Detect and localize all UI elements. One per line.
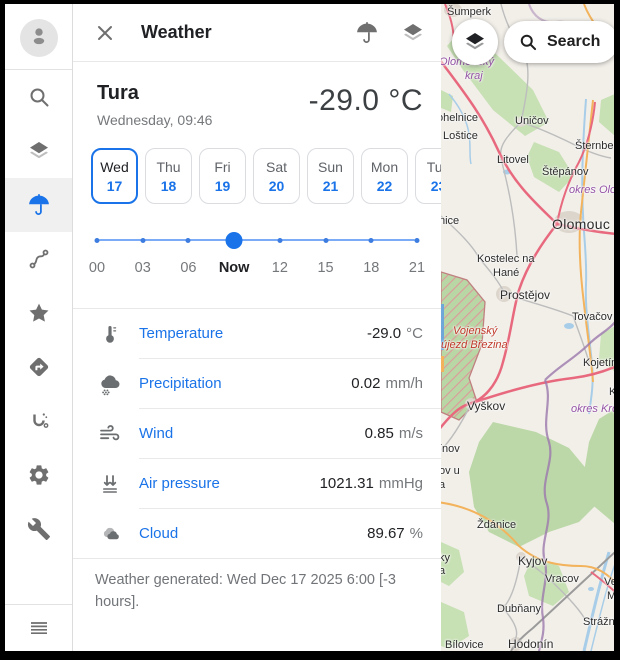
sidebar-item-wrench[interactable] (5, 502, 72, 556)
sidebar (5, 4, 73, 651)
header-actions (355, 21, 425, 45)
plugins-icon (27, 409, 51, 433)
generated-note: Weather generated: Wed Dec 17 2025 6:00 … (73, 558, 441, 626)
avatar[interactable] (20, 19, 58, 57)
map-layers-button[interactable] (452, 19, 498, 65)
slider-tick[interactable] (140, 238, 145, 243)
sidebar-nav (5, 70, 72, 556)
slider-tick[interactable] (277, 238, 282, 243)
detail-unit: m/s (399, 425, 423, 442)
map[interactable]: ŠumperkOlomouckýkrajohelniceLošticeUničo… (441, 4, 614, 651)
slider-tick-label: Now (219, 260, 250, 276)
detail-unit: % (410, 525, 423, 542)
day-tab-sun[interactable]: Sun21 (307, 148, 354, 204)
location-name: Tura (97, 82, 212, 105)
detail-unit: °C (406, 325, 423, 342)
slider-tick[interactable] (186, 238, 191, 243)
detail-row-temperature[interactable]: Temperature-29.0 °C (73, 309, 441, 358)
slider-tick[interactable] (323, 238, 328, 243)
search-label: Search (547, 33, 600, 51)
detail-value: 89.67 (367, 525, 405, 542)
sidebar-item-star[interactable] (5, 286, 72, 340)
detail-label: Temperature (139, 325, 367, 342)
location-block: Tura Wednesday, 09:46 -29.0 °C (73, 62, 441, 132)
time-slider[interactable]: 000306Now12151821 (97, 230, 417, 288)
day-tab-thu[interactable]: Thu18 (145, 148, 192, 204)
sidebar-item-gear[interactable] (5, 448, 72, 502)
directions-icon (27, 355, 51, 379)
slider-tick[interactable] (95, 238, 100, 243)
day-tab-tue[interactable]: Tue23 (415, 148, 441, 204)
search-icon (27, 85, 51, 109)
umbrella-icon[interactable] (355, 21, 379, 45)
current-temperature: -29.0 °C (309, 84, 423, 118)
detail-unit: mmHg (379, 475, 423, 492)
sidebar-item-search[interactable] (5, 70, 72, 124)
thermometer-icon (98, 322, 122, 346)
weather-details: Temperature-29.0 °C Precipitation0.02 mm/h W… (73, 308, 441, 558)
avatar-icon (26, 23, 52, 54)
sidebar-item-directions[interactable] (5, 340, 72, 394)
day-tab-sat[interactable]: Sat20 (253, 148, 300, 204)
detail-value: 1021.31 (320, 475, 374, 492)
location-datetime: Wednesday, 09:46 (97, 112, 212, 128)
slider-thumb[interactable] (226, 232, 243, 249)
slider-track[interactable] (99, 239, 415, 241)
detail-row-precipitation[interactable]: Precipitation0.02 mm/h (73, 359, 441, 408)
day-tab-wed[interactable]: Wed17 (91, 148, 138, 204)
menu-icon (27, 616, 51, 640)
day-tab-mon[interactable]: Mon22 (361, 148, 408, 204)
map-search-button[interactable]: Search (504, 21, 614, 63)
layers-icon (27, 139, 51, 163)
day-tabs: Wed17Thu18Fri19Sat20Sun21Mon22 Tue23 (91, 148, 441, 204)
page-title: Weather (141, 22, 355, 43)
slider-tick-label: 06 (180, 260, 196, 276)
day-tab-fri[interactable]: Fri19 (199, 148, 246, 204)
detail-label: Precipitation (139, 375, 351, 392)
cloud-icon (98, 522, 122, 546)
detail-label: Wind (139, 425, 365, 442)
wrench-icon (27, 517, 51, 541)
detail-value: 0.85 (365, 425, 394, 442)
slider-tick-label: 12 (272, 260, 288, 276)
sidebar-item-layers[interactable] (5, 124, 72, 178)
gear-icon (27, 463, 51, 487)
umbrella-icon (27, 193, 51, 217)
detail-row-wind[interactable]: Wind0.85 m/s (73, 409, 441, 458)
map-canvas (441, 4, 614, 651)
panel-header: Weather (73, 4, 441, 61)
search-icon (518, 32, 538, 52)
sidebar-item-umbrella[interactable] (5, 178, 72, 232)
slider-tick[interactable] (369, 238, 374, 243)
weather-panel: Weather Tura Wednesday, 09:46 -29.0 °C W… (73, 4, 441, 651)
detail-value: 0.02 (351, 375, 380, 392)
sidebar-item-plugins[interactable] (5, 394, 72, 448)
star-icon (27, 301, 51, 325)
route-icon (27, 247, 51, 271)
slider-tick-label: 18 (363, 260, 379, 276)
detail-unit: mm/h (386, 375, 424, 392)
pressure-icon (98, 472, 122, 496)
close-button[interactable] (93, 20, 119, 46)
sidebar-item-menu[interactable] (5, 605, 72, 651)
detail-label: Cloud (139, 525, 367, 542)
app-window: Weather Tura Wednesday, 09:46 -29.0 °C W… (5, 4, 614, 651)
detail-row-air-pressure[interactable]: Air pressure1021.31 mmHg (73, 459, 441, 508)
slider-tick-label: 03 (135, 260, 151, 276)
slider-tick-label: 21 (409, 260, 425, 276)
wind-icon (98, 422, 122, 446)
detail-label: Air pressure (139, 475, 320, 492)
detail-row-cloud[interactable]: Cloud89.67% (73, 509, 441, 558)
slider-tick-label: 00 (89, 260, 105, 276)
detail-value: -29.0 (367, 325, 401, 342)
precipitation-icon (98, 372, 122, 396)
layers-icon[interactable] (401, 21, 425, 45)
slider-tick[interactable] (415, 238, 420, 243)
slider-tick-label: 15 (317, 260, 333, 276)
sidebar-item-route[interactable] (5, 232, 72, 286)
close-icon (93, 20, 117, 44)
layers-icon (463, 30, 487, 54)
